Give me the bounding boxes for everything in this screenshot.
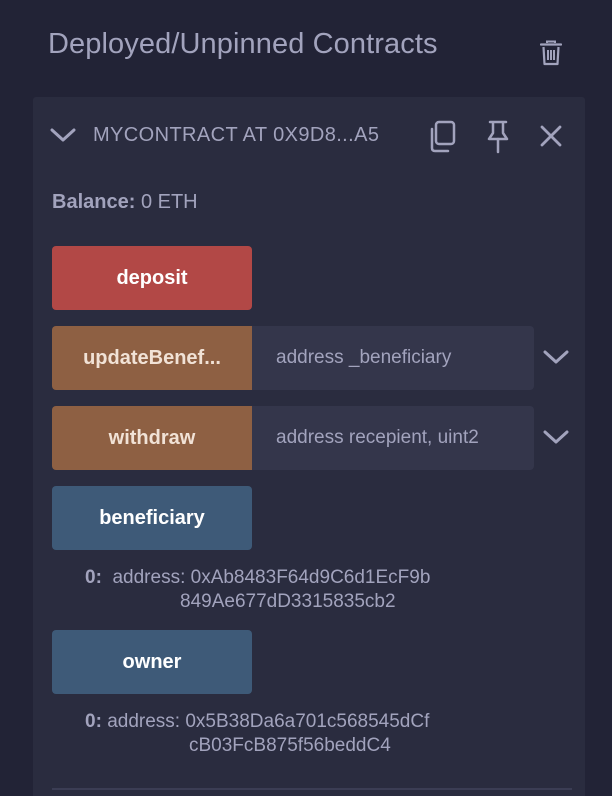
update-beneficiary-label: updateBenef... [83, 346, 221, 369]
beneficiary-result-line2: 849Ae677dD3315835cb2 [180, 591, 396, 612]
expand-withdraw-chevron-icon[interactable] [543, 428, 569, 446]
balance-label: Balance: [52, 191, 136, 213]
update-beneficiary-button[interactable]: updateBenef... [52, 326, 252, 390]
panel-title: Deployed/Unpinned Contracts [48, 28, 438, 60]
beneficiary-label: beneficiary [99, 506, 205, 529]
beneficiary-result: 0: address: 0xAb8483F64d9C6d1EcF9b 849Ae… [85, 566, 430, 614]
chevron-down-icon[interactable] [50, 125, 76, 145]
owner-button[interactable]: owner [52, 630, 252, 694]
balance-value: 0 ETH [140, 191, 198, 213]
owner-label: owner [122, 650, 182, 673]
withdraw-label: withdraw [108, 426, 196, 449]
copy-icon[interactable] [427, 120, 457, 154]
pin-icon[interactable] [485, 119, 511, 155]
beneficiary-button[interactable]: beneficiary [52, 486, 252, 550]
beneficiary-result-index: 0: [85, 567, 102, 588]
owner-result-index: 0: [85, 711, 102, 732]
close-icon[interactable] [540, 125, 562, 147]
owner-result-line1: address: 0x5B38Da6a701c568545dCf [107, 711, 430, 732]
owner-result: 0: address: 0x5B38Da6a701c568545dCf cB03… [85, 710, 429, 758]
withdraw-button[interactable]: withdraw [52, 406, 252, 470]
deposit-label: deposit [116, 266, 188, 289]
expand-update-beneficiary-chevron-icon[interactable] [543, 348, 569, 366]
beneficiary-result-line1: address: 0xAb8483F64d9C6d1EcF9b [112, 567, 431, 588]
owner-result-line2: cB03FcB875f56beddC4 [189, 735, 391, 756]
deployed-contracts-panel: Deployed/Unpinned Contracts MYCONTRACT A… [0, 0, 612, 796]
trash-icon[interactable] [539, 40, 563, 66]
deposit-button[interactable]: deposit [52, 246, 252, 310]
contract-title[interactable]: MYCONTRACT AT 0X9D8...A5 [93, 124, 399, 147]
divider [52, 788, 572, 790]
withdraw-input[interactable] [252, 406, 534, 470]
balance: Balance: 0 ETH [52, 191, 198, 214]
update-beneficiary-input[interactable] [252, 326, 534, 390]
